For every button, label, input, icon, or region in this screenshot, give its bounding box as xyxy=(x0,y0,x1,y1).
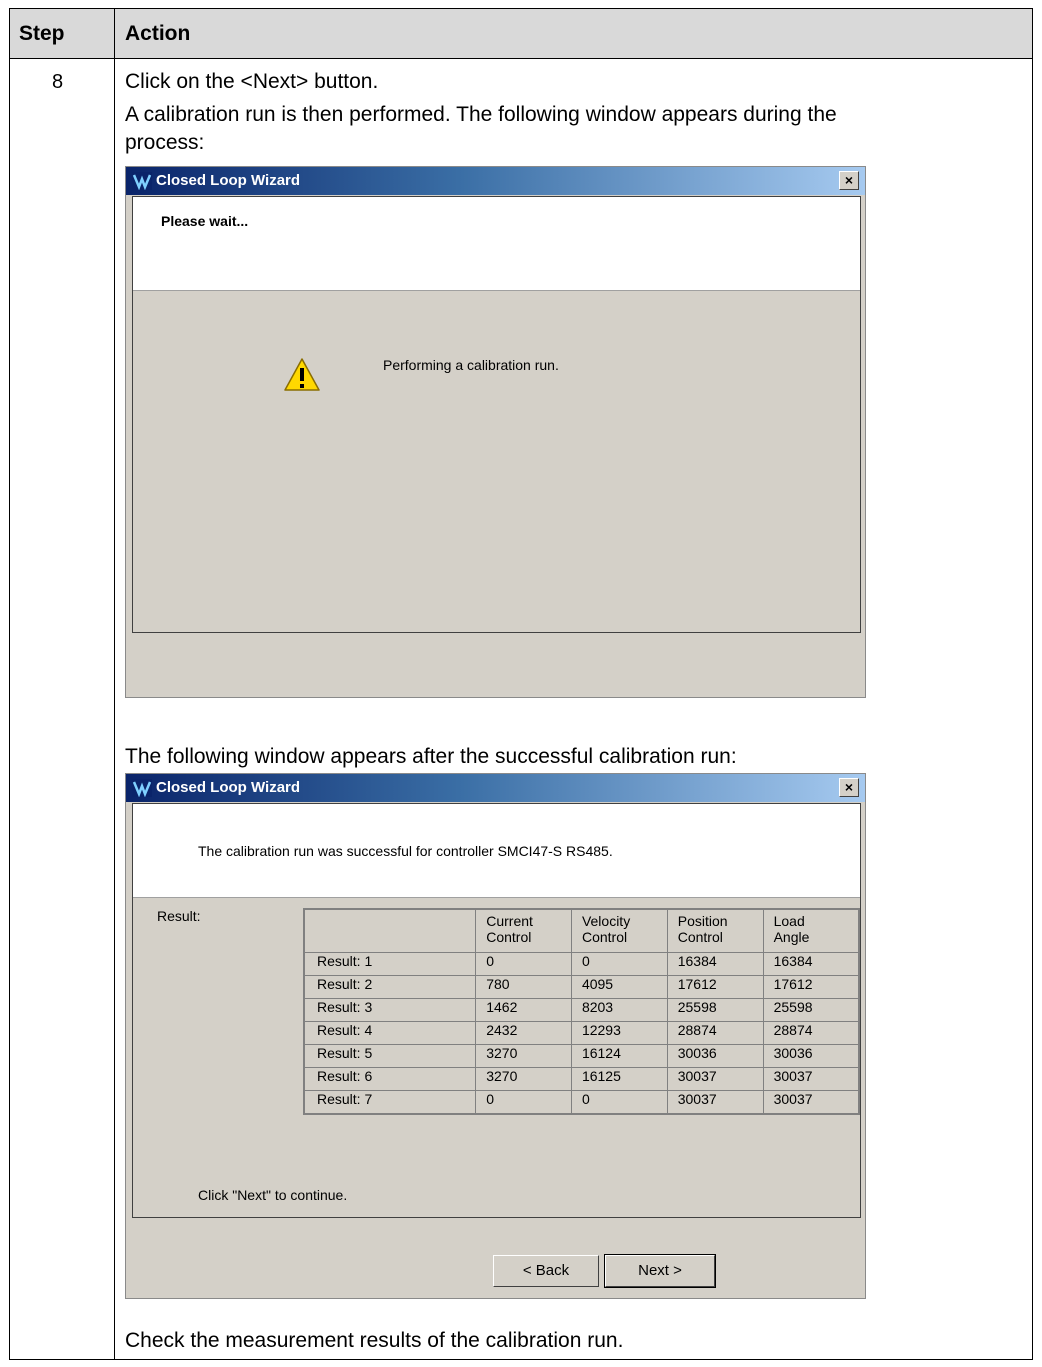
header-step: Step xyxy=(19,22,65,45)
dialog-content: Please wait... Performing a calibration … xyxy=(132,196,861,633)
grid-corner-cell xyxy=(303,909,477,953)
cell: 16125 xyxy=(570,1067,668,1091)
instruction-line-1: Click on the <Next> button. xyxy=(125,70,379,93)
cell: 3270 xyxy=(475,1067,572,1091)
dialog-title: Closed Loop Wizard xyxy=(156,172,301,189)
table-row[interactable]: Result: 7 0 0 30037 30037 xyxy=(303,1090,860,1114)
calibration-progress-dialog: Closed Loop Wizard × Please wait... Perf… xyxy=(125,166,866,698)
header-panel: The calibration run was successful for c… xyxy=(133,804,860,898)
row-label: Result: 5 xyxy=(303,1044,477,1068)
instruction-line-5: Check the measurement results of the cal… xyxy=(125,1329,624,1352)
column-header-load-angle[interactable]: Load Angle xyxy=(762,909,860,953)
row-label: Result: 4 xyxy=(303,1021,477,1045)
table-row[interactable]: Result: 2 780 4095 17612 17612 xyxy=(303,975,860,999)
cell: 30036 xyxy=(762,1044,860,1068)
cell: 3270 xyxy=(475,1044,572,1068)
dialog-heading: Please wait... xyxy=(161,213,249,229)
app-logo-icon xyxy=(132,779,152,797)
table-row[interactable]: Result: 5 3270 16124 30036 30036 xyxy=(303,1044,860,1068)
cell: 25598 xyxy=(762,998,860,1022)
cell: 0 xyxy=(570,1090,668,1114)
progress-message: Performing a calibration run. xyxy=(383,357,559,373)
header-action: Action xyxy=(125,22,191,45)
cell: 16384 xyxy=(762,952,860,976)
step-table: Step Action 8 Click on the <Next> button… xyxy=(9,8,1033,1360)
table-row[interactable]: Result: 4 2432 12293 28874 28874 xyxy=(303,1021,860,1045)
column-divider xyxy=(114,9,115,1359)
table-row[interactable]: Result: 1 0 0 16384 16384 xyxy=(303,952,860,976)
cell: 25598 xyxy=(666,998,764,1022)
dialog-title: Closed Loop Wizard xyxy=(156,779,301,796)
grid-header-row: Current Control Velocity Control Position C… xyxy=(303,909,860,953)
close-button[interactable]: × xyxy=(839,171,859,190)
row-label: Result: 1 xyxy=(303,952,477,976)
app-logo-icon xyxy=(132,172,152,190)
warning-icon xyxy=(284,358,320,391)
step-number: 8 xyxy=(52,71,64,93)
table-row[interactable]: Result: 6 3270 16125 30037 30037 xyxy=(303,1067,860,1091)
column-header-current-control[interactable]: Current Control xyxy=(475,909,572,953)
cell: 0 xyxy=(570,952,668,976)
column-header-velocity-control[interactable]: Velocity Control xyxy=(570,909,668,953)
cell: 780 xyxy=(475,975,572,999)
calibration-result-dialog: Closed Loop Wizard × The calibration run… xyxy=(125,773,866,1299)
cell: 30037 xyxy=(666,1067,764,1091)
cell: 16384 xyxy=(666,952,764,976)
result-label: Result: xyxy=(157,908,201,924)
cell: 2432 xyxy=(475,1021,572,1045)
cell: 30037 xyxy=(762,1090,860,1114)
cell: 12293 xyxy=(570,1021,668,1045)
cell: 30037 xyxy=(666,1090,764,1114)
next-button[interactable]: Next > xyxy=(604,1254,716,1288)
row-label: Result: 2 xyxy=(303,975,477,999)
title-bar[interactable]: Closed Loop Wizard × xyxy=(126,774,865,802)
cell: 8203 xyxy=(570,998,668,1022)
instruction-line-3: process: xyxy=(125,131,205,154)
cell: 28874 xyxy=(666,1021,764,1045)
cell: 28874 xyxy=(762,1021,860,1045)
instruction-line-4: The following window appears after the s… xyxy=(125,745,737,768)
header-panel: Please wait... xyxy=(133,197,860,291)
cell: 30037 xyxy=(762,1067,860,1091)
cell: 0 xyxy=(475,952,572,976)
close-button[interactable]: × xyxy=(839,778,859,797)
instruction-line-2: A calibration run is then performed. The… xyxy=(125,103,837,126)
row-label: Result: 7 xyxy=(303,1090,477,1114)
row-label: Result: 3 xyxy=(303,998,477,1022)
cell: 1462 xyxy=(475,998,572,1022)
table-row[interactable]: Result: 3 1462 8203 25598 25598 xyxy=(303,998,860,1022)
continue-hint: Click "Next" to continue. xyxy=(198,1187,348,1203)
cell: 16124 xyxy=(570,1044,668,1068)
results-grid[interactable]: Current Control Velocity Control Position C… xyxy=(303,908,860,1115)
cell: 0 xyxy=(475,1090,572,1114)
cell: 17612 xyxy=(666,975,764,999)
cell: 17612 xyxy=(762,975,860,999)
back-button[interactable]: < Back xyxy=(493,1255,599,1287)
dialog-content: The calibration run was successful for c… xyxy=(132,803,861,1218)
title-bar[interactable]: Closed Loop Wizard × xyxy=(126,167,865,195)
table-header: Step Action xyxy=(10,9,1032,59)
row-label: Result: 6 xyxy=(303,1067,477,1091)
success-message: The calibration run was successful for c… xyxy=(198,843,613,859)
column-header-position-control[interactable]: Position Control xyxy=(666,909,764,953)
cell: 4095 xyxy=(570,975,668,999)
cell: 30036 xyxy=(666,1044,764,1068)
